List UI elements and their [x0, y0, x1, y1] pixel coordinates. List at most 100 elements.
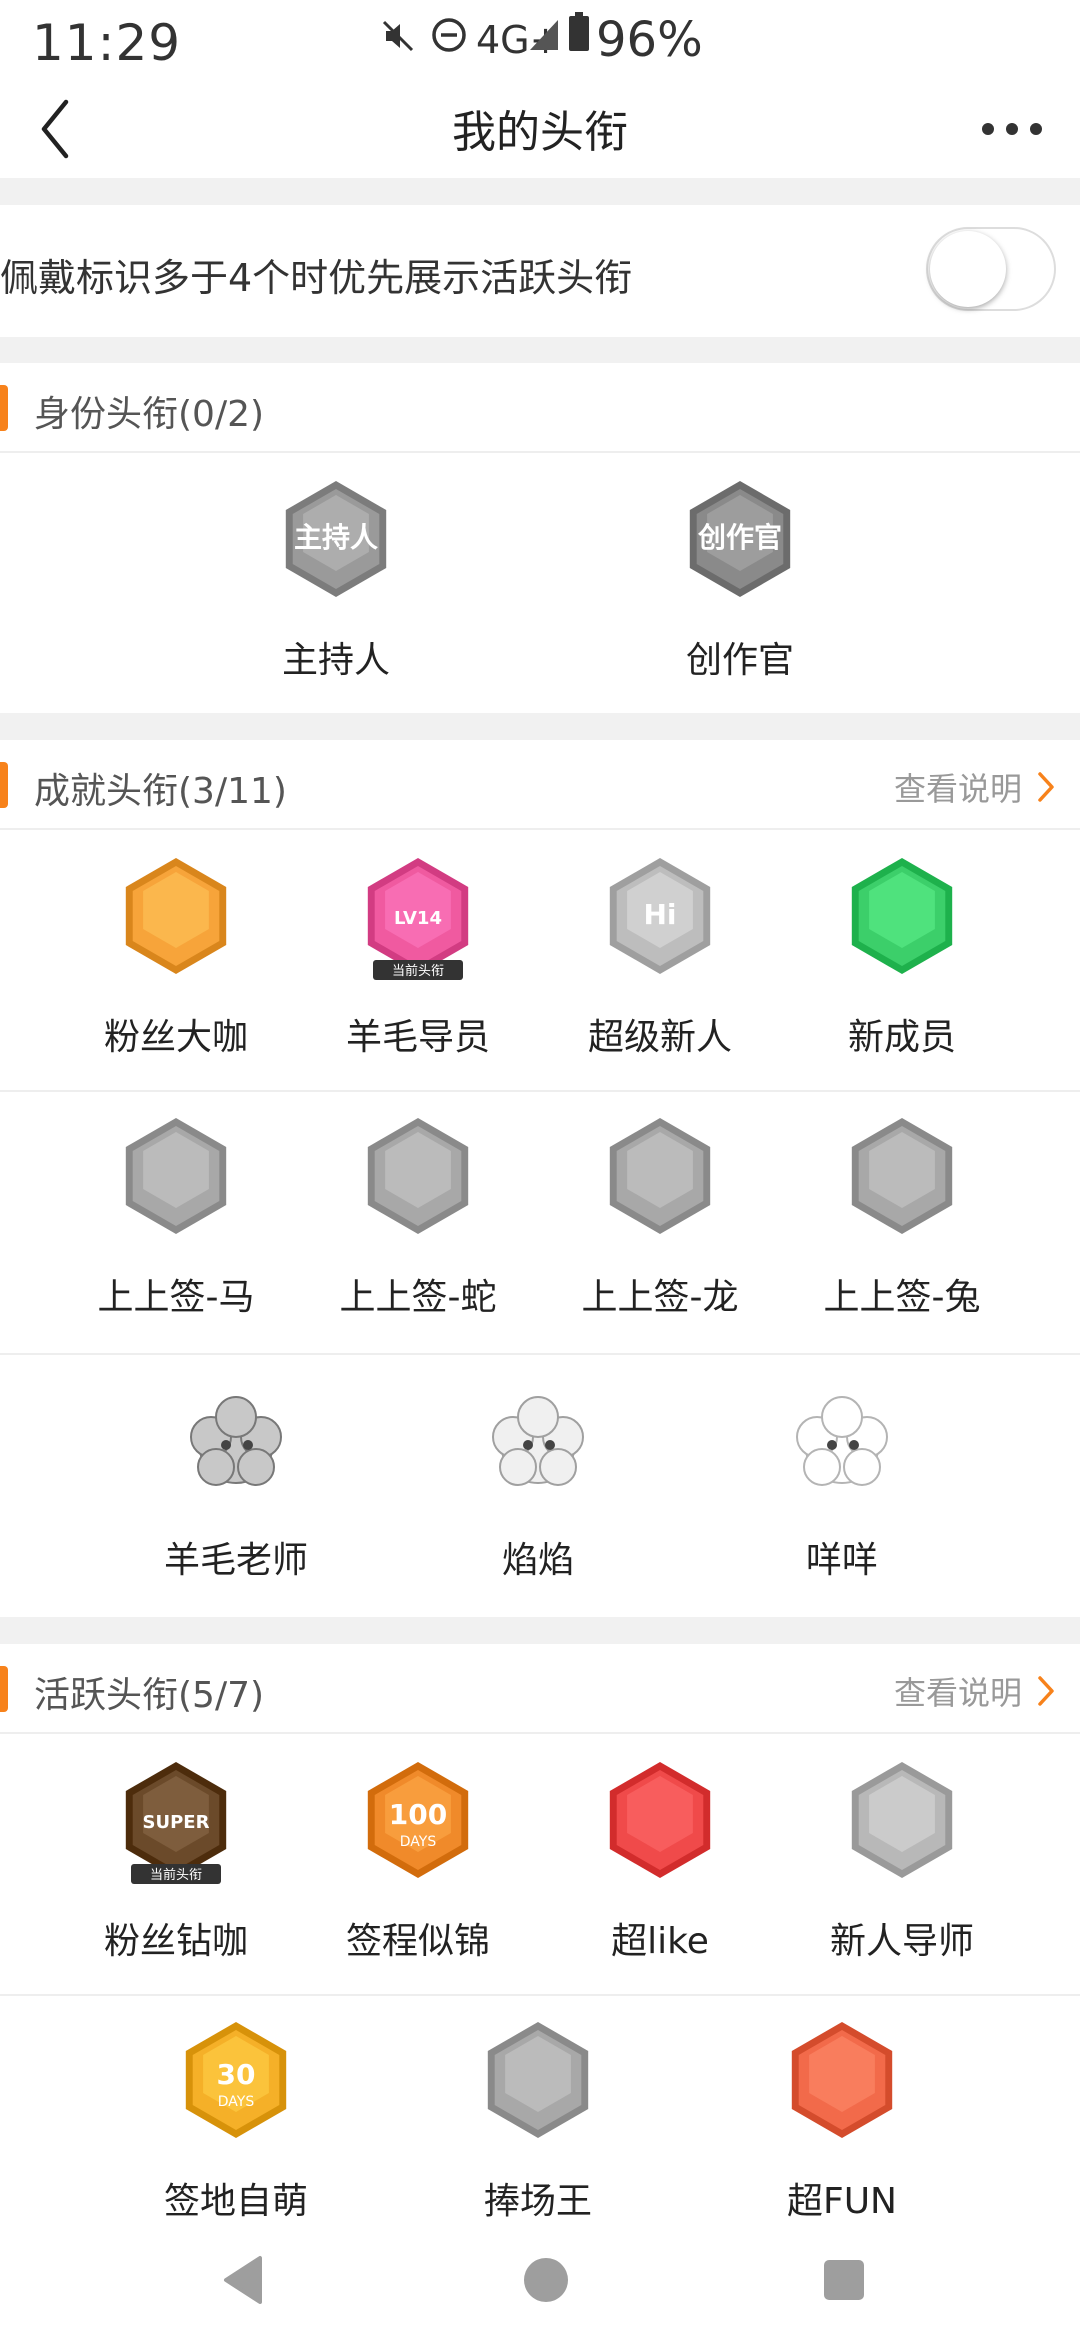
achievement-help-link[interactable]: 查看说明 [894, 764, 1056, 810]
activity-help-link[interactable]: 查看说明 [894, 1668, 1056, 1714]
svg-text:DAYS: DAYS [218, 2094, 255, 2110]
priority-toggle[interactable] [926, 227, 1056, 311]
help-link-label: 查看说明 [893, 770, 1022, 808]
identity-badges-row: 主持人 主持人 创作官 创作官 [0, 455, 1080, 713]
badge-label: 创作官 [685, 640, 794, 681]
badge-label: 粉丝大咖 [103, 1017, 248, 1058]
badge-label: 焰焰 [501, 1540, 574, 1581]
badge-label: 超FUN [787, 2181, 897, 2222]
badge-label: 捧场王 [483, 2181, 592, 2222]
battery-percent: 96% [596, 12, 703, 68]
svg-text:LV14: LV14 [394, 908, 442, 929]
identity-section-header: 身份头衔(0/2) [0, 363, 1080, 453]
section-gap [0, 337, 1080, 363]
more-dot-icon [982, 123, 994, 135]
activity-badges-row: SUPER 当前头衔粉丝钻咖 100 DAYS 签程似锦 超like 新人导师 [0, 1736, 1080, 1996]
badge-item[interactable]: 捧场王 [418, 2018, 658, 2224]
badge-label: 羊毛老师 [163, 1540, 308, 1581]
host-microphone-icon: 主持人 [285, 481, 387, 597]
badge-item[interactable]: 超FUN [722, 2018, 962, 2224]
dragon-badge-icon [609, 1118, 711, 1234]
hi-badge-icon: Hi [609, 858, 711, 974]
badge-label: 咩咩 [805, 1540, 878, 1581]
badge-label: 新成员 [847, 1017, 956, 1058]
badge-item[interactable]: 上上签-马 [56, 1114, 296, 1320]
page-title: 我的头衔 [452, 107, 628, 158]
badge-item[interactable]: 粉丝大咖 [56, 854, 296, 1060]
sheep-fluffy-icon [796, 1396, 888, 1486]
badge-item[interactable]: 上上签-蛇 [298, 1114, 538, 1320]
graduation-cap-badge-icon [851, 1762, 953, 1878]
days-30-badge-icon: 30 DAYS [185, 2022, 287, 2138]
snake-badge-icon [367, 1118, 469, 1234]
activity-section-header: 活跃头衔(5/7) 查看说明 [0, 1644, 1080, 1734]
svg-text:SUPER: SUPER [143, 1812, 210, 1833]
badge-item[interactable]: SUPER 当前头衔粉丝钻咖 [56, 1758, 296, 1964]
home-circle-icon[interactable] [514, 2248, 578, 2312]
back-triangle-icon[interactable] [214, 2248, 278, 2312]
svg-text:100: 100 [389, 1798, 447, 1831]
wave-hand-badge-icon [851, 858, 953, 974]
badge-label: 超like [611, 1921, 709, 1962]
more-dot-icon [1006, 123, 1018, 135]
badge-item[interactable]: 上上签-兔 [782, 1114, 1022, 1320]
recents-square-icon[interactable] [812, 2248, 876, 2312]
section-gap [0, 178, 1080, 205]
svg-text:当前头衔: 当前头衔 [392, 963, 444, 979]
badge-item[interactable]: 创作官 创作官 [620, 477, 860, 683]
badge-label: 超级新人 [587, 1017, 732, 1058]
rabbit-badge-icon [851, 1118, 953, 1234]
badge-label: 主持人 [281, 640, 390, 681]
section-accent-bar [0, 385, 8, 431]
badge-item[interactable]: 100 DAYS 签程似锦 [298, 1758, 538, 1964]
badge-label: 羊毛导员 [345, 1017, 490, 1058]
badge-label: 上上签-蛇 [339, 1277, 497, 1318]
badge-item[interactable]: 上上签-龙 [540, 1114, 780, 1320]
more-dot-icon [1030, 123, 1042, 135]
badge-item[interactable]: 新人导师 [782, 1758, 1022, 1964]
more-options-button[interactable] [982, 104, 1042, 154]
chevron-right-icon [1038, 1676, 1054, 1706]
dnd-icon [432, 18, 466, 52]
badge-label: 签程似锦 [345, 1921, 490, 1962]
section-gap [0, 713, 1080, 740]
badge-item[interactable]: 超like [540, 1758, 780, 1964]
badge-item[interactable]: 主持人 主持人 [216, 477, 456, 683]
svg-text:DAYS: DAYS [400, 1834, 437, 1850]
clock: 11:29 [32, 14, 182, 72]
badge-label: 粉丝钻咖 [103, 1921, 248, 1962]
badge-label: 上上签-兔 [823, 1277, 981, 1318]
badge-item[interactable]: 焰焰 [418, 1377, 658, 1583]
achievement-badges-row: 上上签-马 上上签-蛇 上上签-龙 上上签-兔 [0, 1092, 1080, 1355]
svg-text:创作官: 创作官 [697, 521, 782, 554]
svg-text:30: 30 [217, 2058, 256, 2091]
level-badge-icon: LV14 当前头衔 [367, 858, 469, 980]
mute-icon [382, 20, 414, 52]
achievement-badges-row: 羊毛老师 焰焰 咩咩 [0, 1355, 1080, 1617]
badge-item[interactable]: 30 DAYS 签地自萌 [116, 2018, 356, 2224]
title-bar: 我的头衔 [0, 80, 1080, 176]
badge-item[interactable]: Hi 超级新人 [540, 854, 780, 1060]
signal-icon [530, 20, 558, 50]
svg-text:当前头衔: 当前头衔 [150, 1867, 202, 1883]
badge-item[interactable]: 咩咩 [722, 1377, 962, 1583]
chevron-right-icon [1038, 772, 1054, 802]
priority-setting-row: 佩戴标识多于4个时优先展示活跃头衔 [0, 205, 1080, 337]
achievement-section-header: 成就头衔(3/11) 查看说明 [0, 740, 1080, 830]
system-nav-bar [0, 2220, 1080, 2340]
achievement-badges-row: 粉丝大咖 LV14 当前头衔羊毛导员 Hi 超级新人 新成员 [0, 832, 1080, 1092]
priority-setting-label: 佩戴标识多于4个时优先展示活跃头衔 [0, 256, 633, 300]
crown-badge-icon [125, 858, 227, 974]
creator-hand-icon: 创作官 [689, 481, 791, 597]
badge-item[interactable]: 新成员 [782, 854, 1022, 1060]
sheep-helmet-icon [492, 1396, 584, 1486]
section-accent-bar [0, 1666, 8, 1712]
trophy-badge-icon [609, 1762, 711, 1878]
svg-text:主持人: 主持人 [294, 521, 378, 554]
badge-item[interactable]: LV14 当前头衔羊毛导员 [298, 854, 538, 1060]
badge-label: 新人导师 [829, 1921, 974, 1962]
days-100-badge-icon: 100 DAYS [367, 1762, 469, 1878]
badge-label: 上上签-龙 [581, 1277, 739, 1318]
svg-text:Hi: Hi [643, 898, 676, 931]
badge-item[interactable]: 羊毛老师 [116, 1377, 356, 1583]
